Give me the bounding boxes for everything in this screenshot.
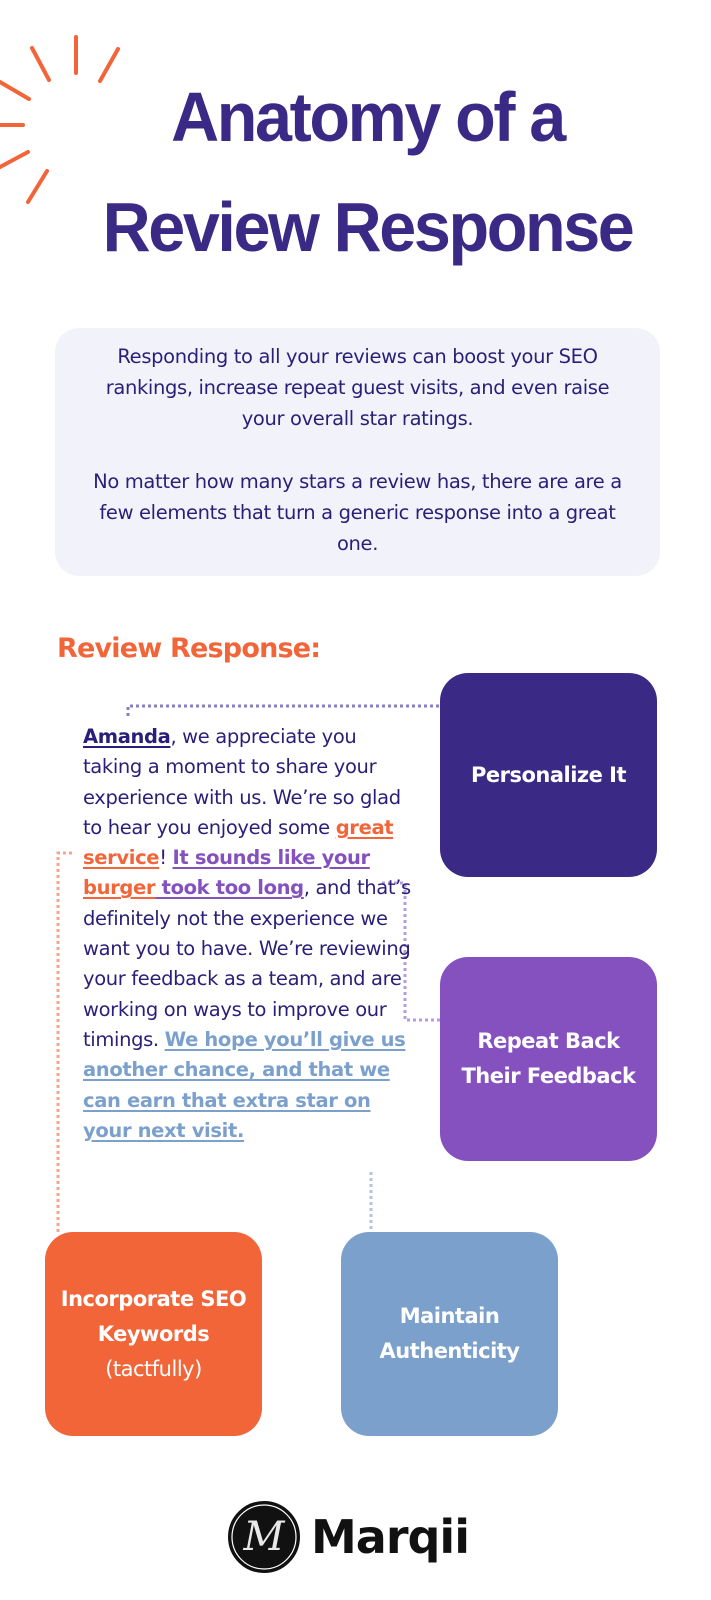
highlight-feedback: It sounds like your — [172, 846, 371, 870]
card-repeat-back-feedback: Repeat Back Their Feedback — [440, 957, 657, 1161]
card-maintain-authenticity: Maintain Authenticity — [341, 1232, 558, 1436]
card-personalize-it: Personalize It — [440, 673, 657, 877]
review-response-heading: Review Response: — [57, 633, 321, 664]
highlight-feedback: took too long — [155, 876, 305, 900]
logo-text: Marqii — [311, 1510, 470, 1564]
card-label-line-2: Their Feedback — [461, 1064, 636, 1088]
review-response-text: Amanda, we appreciate you taking a momen… — [83, 722, 413, 1146]
card-label-line-2: Authenticity — [379, 1339, 521, 1363]
card-label-line-3: (tactfully) — [105, 1356, 202, 1381]
card-label-line-1: Incorporate SEO — [60, 1286, 247, 1311]
intro-card: Responding to all your reviews can boost… — [55, 328, 660, 576]
page-title-line-1: Anatomy of a — [171, 78, 566, 156]
card-label-line-1: Maintain — [399, 1304, 500, 1328]
review-text-segment: ! — [159, 846, 173, 870]
page-title-line-2: Review Response — [102, 188, 635, 266]
logo-mark-letter: M — [243, 1514, 286, 1560]
card-label-line-1: Repeat Back — [477, 1029, 620, 1053]
connector-personalize — [126, 704, 440, 716]
card-label: Personalize It — [470, 762, 627, 787]
highlight-customer-name: Amanda — [83, 725, 171, 748]
intro-paragraph-2: No matter how many stars a review has, t… — [93, 470, 622, 555]
marqii-logo: M Marqii — [227, 1496, 470, 1578]
intro-paragraph-1: Responding to all your reviews can boost… — [105, 345, 610, 430]
card-incorporate-seo-keywords: Incorporate SEO Keywords (tactfully) — [45, 1232, 262, 1436]
highlight-seo-keyword: burger — [83, 876, 156, 900]
card-label-line-2: Keywords — [97, 1321, 210, 1346]
review-text-segment: , and that’s definitely not the experien… — [83, 876, 411, 1051]
marqii-logo-mark-icon: M — [228, 1501, 300, 1573]
connector-seo — [56, 851, 72, 1232]
